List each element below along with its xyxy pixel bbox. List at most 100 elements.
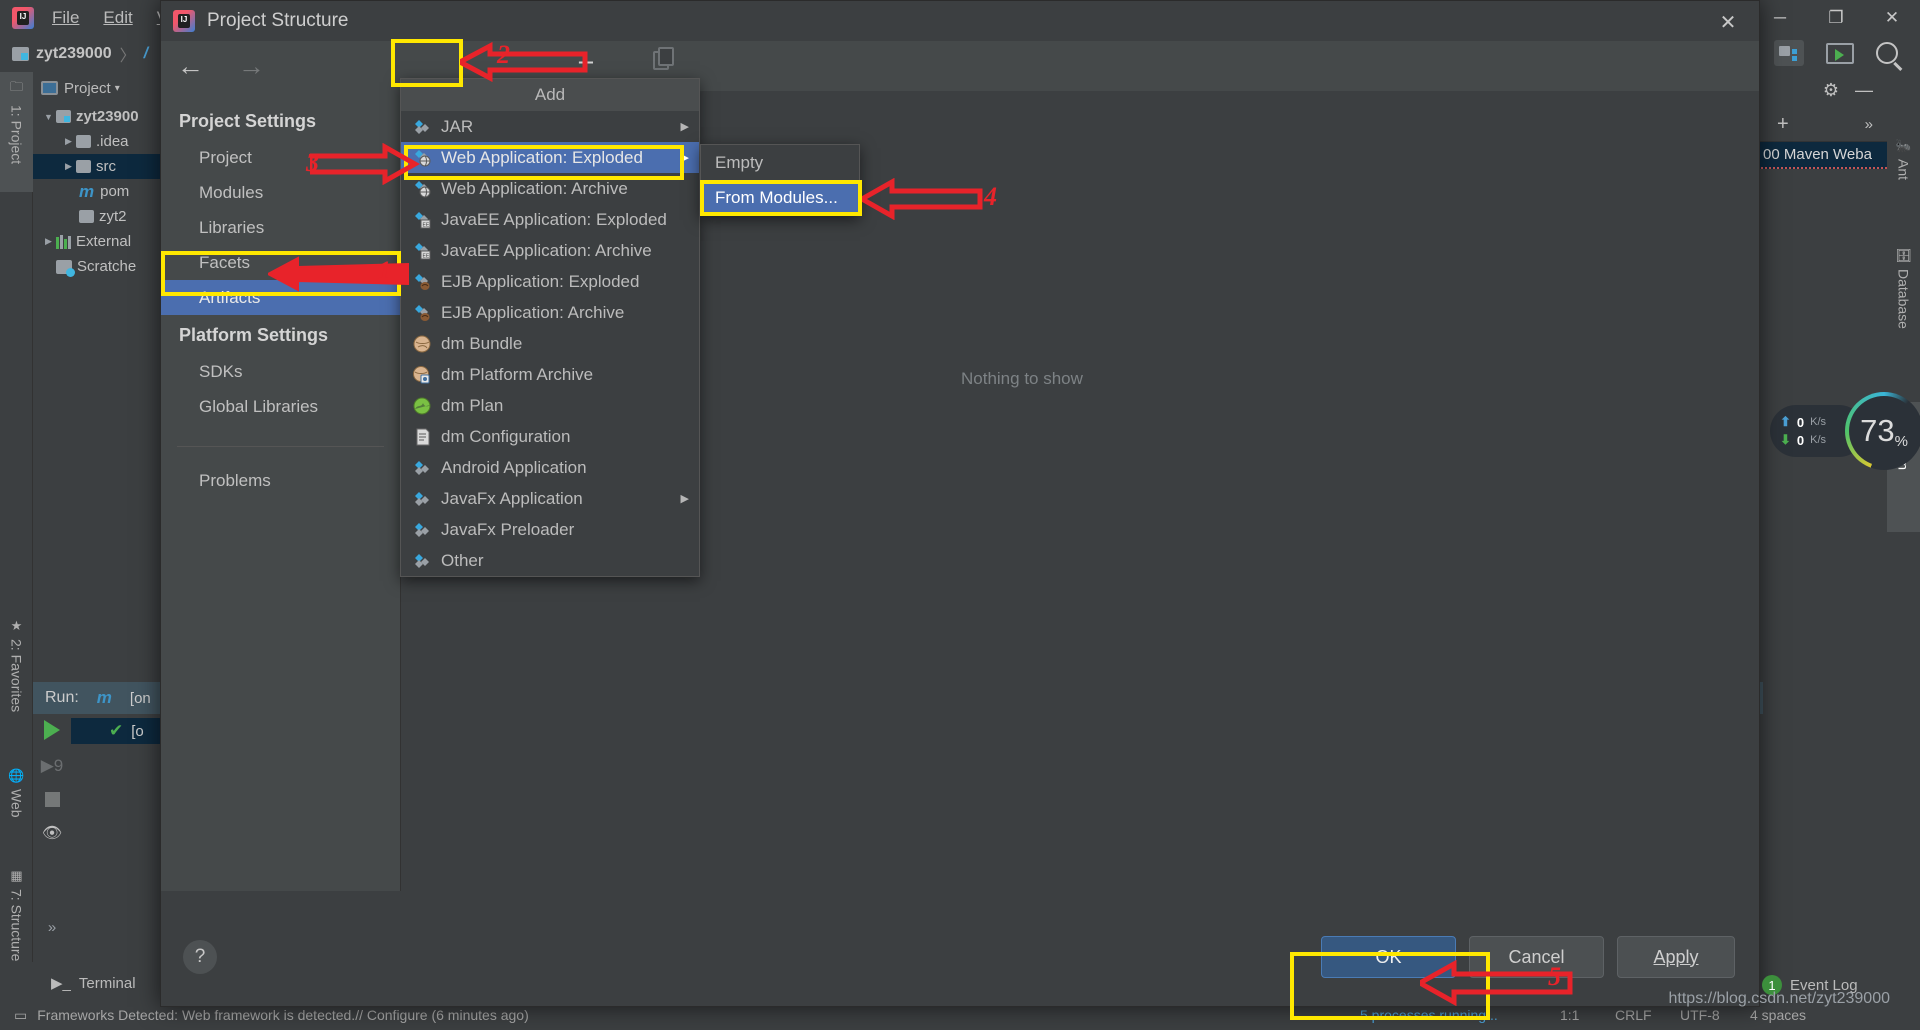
- menu-item-ejb-application-exploded[interactable]: EJB Application: Exploded: [401, 266, 699, 297]
- sidebar-item-project[interactable]: 🗀 1: Project: [0, 72, 33, 192]
- menu-item-javaee-application-exploded[interactable]: EE JavaEE Application: Exploded: [401, 204, 699, 235]
- tree-row[interactable]: ▶ External: [33, 229, 163, 254]
- main-menu-bar[interactable]: File Edit V: [52, 8, 168, 28]
- project-structure-icon[interactable]: [1774, 40, 1804, 66]
- chevron-down-icon[interactable]: ▾: [115, 83, 120, 94]
- menu-item-web-application-exploded[interactable]: Web Application: Exploded ▶: [401, 142, 699, 173]
- status-message[interactable]: Frameworks Detected: Web framework is de…: [37, 1007, 529, 1023]
- tree-row[interactable]: Scratche: [33, 254, 163, 279]
- menu-item-ejb-application-archive[interactable]: EJB Application: Archive: [401, 297, 699, 328]
- download-value: 0: [1796, 432, 1805, 448]
- tree-row[interactable]: ▶ .idea: [33, 129, 163, 154]
- project-tree[interactable]: ▼ zyt23900 ▶ .idea ▶ src m pom zyt2 ▶ Ex…: [33, 104, 163, 279]
- minimize-icon[interactable]: —: [1855, 80, 1873, 101]
- menu-item-other[interactable]: Other: [401, 545, 699, 576]
- left-tool-strip[interactable]: 🗀 1: Project ★ 2: Favorites 🌐 Web ▦ 7: S…: [0, 72, 33, 962]
- sidebar-item-web[interactable]: 🌐 Web: [0, 762, 33, 852]
- stop-icon[interactable]: [44, 792, 60, 807]
- menu-item-jar[interactable]: JAR ▶: [401, 111, 699, 142]
- copy-icon[interactable]: [653, 47, 679, 73]
- maven-project-item[interactable]: 00 Maven Weba: [1757, 142, 1887, 169]
- maximize-button[interactable]: ❐: [1808, 0, 1864, 36]
- search-icon[interactable]: [1876, 42, 1903, 71]
- sidebar-item-problems[interactable]: Problems: [161, 463, 400, 498]
- sidebar-item-global-libraries[interactable]: Global Libraries: [161, 389, 400, 424]
- breadcrumb-next[interactable]: /: [144, 45, 148, 63]
- submenu-item-empty[interactable]: Empty: [701, 145, 859, 180]
- submenu-item-from-modules[interactable]: From Modules...: [701, 180, 859, 215]
- breadcrumb-separator: 〉: [119, 48, 136, 65]
- twisty-icon[interactable]: ▶: [41, 236, 56, 247]
- menu-item-web-application-archive[interactable]: Web Application: Archive: [401, 173, 699, 204]
- menu-item-javaee-application-archive[interactable]: EE JavaEE Application: Archive: [401, 235, 699, 266]
- eye-icon[interactable]: 👁: [42, 823, 62, 843]
- breadcrumb-project[interactable]: zyt239000: [36, 45, 112, 63]
- add-artifact-button[interactable]: +: [556, 43, 616, 83]
- back-arrow-icon[interactable]: ←: [177, 51, 204, 82]
- maven-toolbar-second[interactable]: + »: [1757, 108, 1887, 142]
- tree-row[interactable]: ▶ src: [33, 154, 163, 179]
- rerun-icon[interactable]: ▶9: [41, 756, 64, 776]
- twisty-icon[interactable]: ▼: [41, 112, 56, 122]
- help-button[interactable]: ?: [183, 940, 217, 974]
- line-separator[interactable]: CRLF: [1615, 1007, 1652, 1023]
- sidebar-item-ant[interactable]: 🐜 Ant: [1887, 132, 1920, 222]
- web-archive-icon: [413, 180, 432, 198]
- menu-item-android-application[interactable]: Android Application: [401, 452, 699, 483]
- top-right-toolbar[interactable]: [1774, 40, 1903, 71]
- sidebar-item-artifacts[interactable]: Artifacts: [161, 280, 400, 315]
- run-side-toolbar[interactable]: ▶9 👁 »: [33, 714, 71, 962]
- add-artifact-menu[interactable]: Add JAR ▶ Web Application: Exploded ▶ We…: [400, 78, 700, 577]
- run-config-icon[interactable]: [1826, 42, 1854, 64]
- sidebar-item-libraries[interactable]: Libraries: [161, 210, 400, 245]
- menu-item-dm-configuration[interactable]: dm Configuration: [401, 421, 699, 452]
- processes-running[interactable]: 5 processes running...: [1360, 1007, 1498, 1023]
- encoding[interactable]: UTF-8: [1680, 1007, 1720, 1023]
- sidebar-item-modules[interactable]: Modules: [161, 175, 400, 210]
- menu-item-dm-platform-archive[interactable]: dm Platform Archive: [401, 359, 699, 390]
- download-unit: K/s: [1810, 434, 1827, 446]
- run-icon[interactable]: [44, 720, 60, 740]
- forward-arrow-icon[interactable]: →: [238, 51, 265, 82]
- menu-item-dm-bundle[interactable]: dm Bundle: [401, 328, 699, 359]
- ok-button[interactable]: OK: [1321, 936, 1456, 978]
- sidebar-item-project[interactable]: Project: [161, 140, 400, 175]
- structure-icon: ▦: [10, 868, 23, 883]
- menu-item-javafx-application[interactable]: JavaFx Application ▶: [401, 483, 699, 514]
- module-folder-icon: [12, 47, 29, 61]
- menu-item-javafx-preloader[interactable]: JavaFx Preloader: [401, 514, 699, 545]
- apply-button[interactable]: Apply: [1617, 936, 1735, 978]
- right-tool-strip[interactable]: 🐜 Ant 🗄 Database m Maven: [1887, 72, 1920, 962]
- maven-toolbar-top[interactable]: ⚙ —: [1757, 72, 1887, 108]
- sidebar-item-facets[interactable]: Facets: [161, 245, 400, 280]
- window-controls[interactable]: ─ ❐ ✕: [1752, 0, 1920, 36]
- more-icon[interactable]: »: [48, 919, 56, 936]
- tree-row[interactable]: ▼ zyt23900: [33, 104, 163, 129]
- close-button[interactable]: ✕: [1864, 0, 1920, 36]
- tree-row[interactable]: m pom: [33, 179, 163, 204]
- tree-label: External: [76, 233, 132, 250]
- dialog-title: Project Structure: [207, 10, 349, 31]
- twisty-icon[interactable]: ▶: [61, 136, 76, 147]
- sidebar-item-database[interactable]: 🗄 Database: [1887, 242, 1920, 412]
- indent-setting[interactable]: 4 spaces: [1750, 1007, 1806, 1023]
- gear-icon[interactable]: ⚙: [1823, 80, 1839, 101]
- plus-icon[interactable]: +: [1777, 113, 1789, 136]
- sidebar-item-sdks[interactable]: SDKs: [161, 354, 400, 389]
- menu-file[interactable]: File: [52, 8, 79, 28]
- cancel-button[interactable]: Cancel: [1469, 936, 1604, 978]
- ejb-archive-icon: [413, 304, 432, 322]
- tree-row[interactable]: zyt2: [33, 204, 163, 229]
- dialog-close-button[interactable]: ✕: [1711, 7, 1745, 37]
- sidebar-item-structure[interactable]: ▦ 7: Structure: [0, 862, 33, 1002]
- chevrons-icon[interactable]: »: [1865, 116, 1873, 133]
- web-exploded-submenu[interactable]: Empty From Modules...: [700, 144, 860, 216]
- twisty-icon[interactable]: ▶: [61, 161, 76, 172]
- project-panel-header[interactable]: Project ▾: [33, 72, 163, 104]
- caret-position[interactable]: 1:1: [1560, 1007, 1579, 1023]
- sidebar-item-favorites[interactable]: ★ 2: Favorites: [0, 612, 33, 747]
- minimize-button[interactable]: ─: [1752, 0, 1808, 36]
- menu-edit[interactable]: Edit: [103, 8, 132, 28]
- menu-item-dm-plan[interactable]: dm Plan: [401, 390, 699, 421]
- dialog-settings-list[interactable]: Project Settings Project Modules Librari…: [161, 91, 401, 891]
